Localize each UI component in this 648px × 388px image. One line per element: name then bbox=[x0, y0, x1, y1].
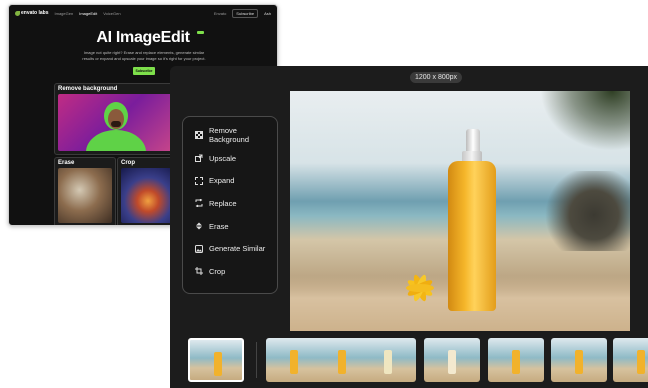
menu-label: Replace bbox=[209, 198, 237, 208]
logo-text: envato labs bbox=[21, 10, 49, 16]
nav-envato[interactable]: Envato bbox=[214, 11, 226, 16]
nav-voicegen[interactable]: VoiceGen bbox=[103, 11, 120, 16]
landing-topbar: envato labs ImageGen ImageEdit VoiceGen … bbox=[9, 5, 277, 21]
envato-leaf-icon bbox=[15, 10, 20, 16]
portrait-illustration bbox=[86, 102, 146, 151]
card-label: Erase bbox=[58, 160, 75, 166]
rocks bbox=[540, 171, 630, 251]
crop-icon bbox=[195, 267, 203, 276]
replace-icon bbox=[195, 199, 203, 208]
palm-leaves bbox=[540, 91, 630, 151]
menu-label: Generate Similar bbox=[209, 244, 266, 254]
menu-label: Crop bbox=[209, 266, 226, 276]
user-menu[interactable]: Ash bbox=[264, 11, 271, 16]
variation-strip bbox=[170, 332, 648, 388]
nav-imageedit[interactable]: ImageEdit bbox=[79, 11, 97, 16]
thumbnail-variation[interactable] bbox=[613, 338, 648, 382]
menu-label: Remove Background bbox=[209, 126, 250, 145]
image-preview bbox=[290, 91, 630, 331]
card-image bbox=[58, 168, 112, 223]
thumbnail-variation[interactable] bbox=[424, 338, 480, 382]
page-subtitle: Image not quite right? Erase and replace… bbox=[82, 50, 206, 61]
generate-similar-icon bbox=[195, 244, 203, 253]
envato-logo[interactable]: envato labs bbox=[15, 10, 49, 16]
card-remove-background[interactable]: Remove background bbox=[54, 83, 176, 155]
upscale-icon bbox=[195, 154, 203, 163]
menu-label: Erase bbox=[209, 221, 229, 231]
menu-item-replace[interactable]: Replace bbox=[183, 192, 277, 215]
subscribe-button[interactable]: Subscribe bbox=[133, 67, 155, 75]
thumbnail-separator bbox=[256, 342, 257, 378]
nav-imagegen[interactable]: ImageGen bbox=[55, 11, 74, 16]
menu-item-crop[interactable]: Crop bbox=[183, 260, 277, 283]
menu-label: Upscale bbox=[209, 153, 237, 163]
thumbnail-variation[interactable] bbox=[551, 338, 607, 382]
card-image bbox=[58, 94, 172, 151]
card-image bbox=[121, 168, 175, 223]
menu-item-expand[interactable]: Expand bbox=[183, 169, 277, 192]
thumbnail-variation[interactable] bbox=[488, 338, 544, 382]
tools-menu: Remove Background Upscale Expand Replace… bbox=[182, 116, 278, 294]
image-size-chip: 1200 x 800px bbox=[409, 72, 463, 83]
card-label: Remove background bbox=[58, 86, 118, 92]
topbar-subscribe-button[interactable]: Subscribe bbox=[232, 8, 259, 18]
expand-icon bbox=[195, 176, 203, 185]
menu-label: Expand bbox=[209, 176, 235, 186]
card-label: Crop bbox=[121, 160, 135, 166]
erase-icon bbox=[195, 222, 203, 230]
bottle-cap bbox=[466, 129, 480, 153]
remove-background-icon bbox=[195, 131, 203, 140]
card-erase[interactable]: Erase bbox=[54, 157, 116, 225]
flower-illustration bbox=[406, 274, 434, 302]
thumbnail-original[interactable] bbox=[188, 338, 244, 382]
menu-item-upscale[interactable]: Upscale bbox=[183, 147, 277, 170]
menu-item-generate-similar[interactable]: Generate Similar bbox=[183, 237, 277, 260]
menu-item-erase[interactable]: Erase bbox=[183, 215, 277, 238]
menu-item-remove-background[interactable]: Remove Background bbox=[183, 124, 277, 147]
new-badge bbox=[197, 31, 204, 34]
thumbnail-variation[interactable] bbox=[360, 338, 416, 382]
page-title: AI ImageEdit bbox=[96, 29, 190, 46]
sunscreen-bottle bbox=[448, 161, 496, 311]
